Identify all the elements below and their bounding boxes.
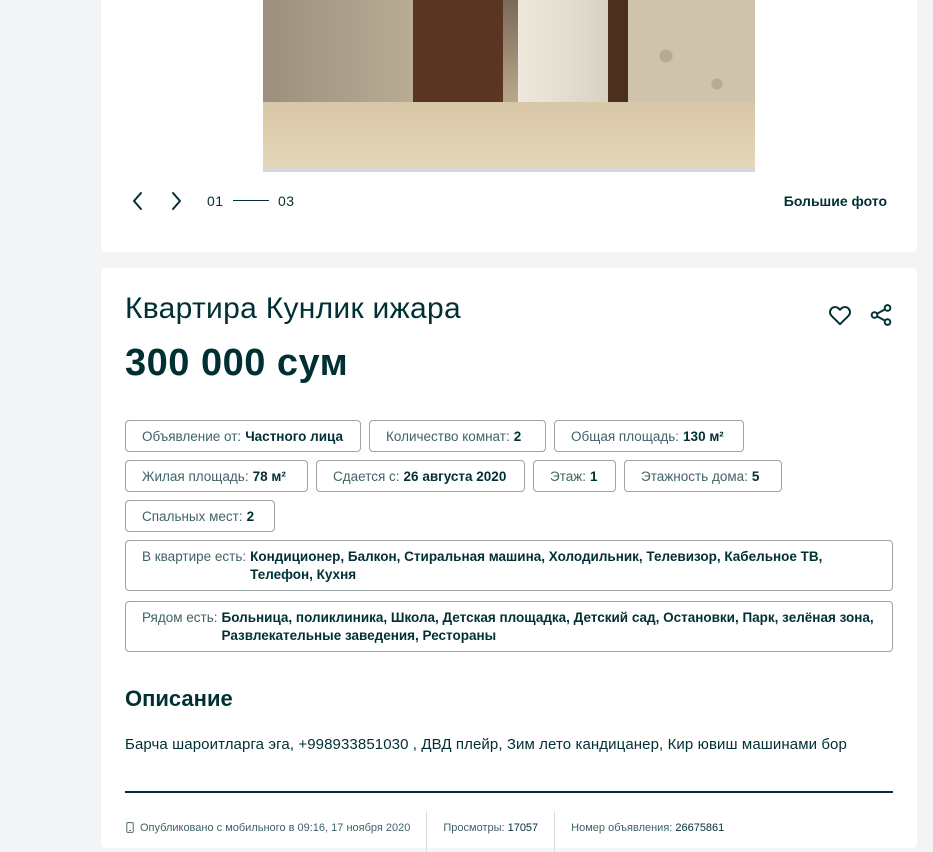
prev-photo-button[interactable] [126, 189, 150, 213]
param-value: 2 [246, 508, 255, 524]
param-label: В квартире есть: [142, 549, 247, 564]
param-value: 2 [513, 428, 522, 444]
published-text: Опубликовано с мобильного в 09:16, 17 но… [140, 822, 411, 834]
photo-edge [263, 168, 755, 172]
params-row: Жилая площадь: 78 м² Сдается с: 26 августа… [125, 460, 893, 492]
ad-title: Квартира Кунлик ижара [125, 292, 461, 325]
ad-number-info: Номер объявления: 26675861 [571, 811, 740, 852]
param-tag-total-area[interactable]: Общая площадь: 130 м² [554, 420, 744, 452]
param-tag-floor[interactable]: Этаж: 1 [533, 460, 616, 492]
param-value: Кондиционер, Балкон, Стиральная машина, … [250, 549, 823, 582]
ad-number-label: Номер объявления: [571, 822, 673, 834]
favorite-button[interactable] [827, 302, 853, 328]
share-icon [870, 304, 892, 326]
views-info: Просмотры: 17057 [443, 811, 556, 852]
views-label: Просмотры: [443, 822, 505, 834]
param-value: 5 [751, 468, 760, 484]
param-label: Количество комнат: [386, 428, 510, 444]
photo-floor [263, 102, 755, 172]
divider [125, 791, 893, 793]
description-text: Барча шароитларга эга, +998933851030 , Д… [125, 736, 847, 753]
param-tag-beds[interactable]: Спальных мест: 2 [125, 500, 275, 532]
params-row: Объявление от: Частного лица Количество к… [125, 420, 893, 452]
photo-door [413, 0, 503, 110]
phone-icon [126, 822, 134, 833]
chevron-right-icon [172, 192, 181, 210]
param-tag-available-from[interactable]: Сдается с: 26 августа 2020 [316, 460, 525, 492]
views-count: 17057 [507, 822, 539, 834]
param-value: 1 [590, 468, 598, 484]
param-tag-living-area[interactable]: Жилая площадь: 78 м² [125, 460, 308, 492]
param-value: Больница, поликлиника, Школа, Детская пл… [221, 610, 874, 643]
ad-footer: Опубликовано с мобильного в 09:16, 17 но… [125, 811, 756, 852]
published-info: Опубликовано с мобильного в 09:16, 17 но… [125, 811, 428, 852]
param-tag-amenities[interactable]: В квартире есть: Кондиционер, Балкон, Ст… [125, 540, 893, 591]
details-card: Квартира Кунлик ижара 300 000 сум Объявл… [101, 268, 917, 852]
param-label: Общая площадь: [571, 428, 680, 444]
more-photos-link[interactable]: Большие фото [784, 193, 887, 209]
chevron-left-icon [133, 192, 142, 210]
ad-number: 26675861 [675, 822, 725, 834]
share-button[interactable] [868, 302, 894, 328]
param-tag-seller[interactable]: Объявление от: Частного лица [125, 420, 361, 452]
heart-icon [829, 306, 851, 326]
param-label: Этажность дома: [641, 468, 748, 484]
param-tag-nearby[interactable]: Рядом есть: Больница, поликлиника, Школа… [125, 601, 893, 652]
param-label: Этаж: [550, 468, 587, 484]
photo-counter-current: 01 [207, 193, 224, 209]
ad-price: 300 000 сум [125, 342, 349, 384]
next-photo-button[interactable] [164, 189, 188, 213]
param-value: 130 м² [683, 428, 724, 444]
param-label: Рядом есть: [142, 610, 218, 625]
param-label: Сдается с: [333, 468, 400, 484]
param-label: Объявление от: [142, 428, 242, 444]
photo-counter-total: 03 [278, 193, 295, 209]
description-heading: Описание [125, 686, 233, 711]
param-tag-building-floors[interactable]: Этажность дома: 5 [624, 460, 782, 492]
param-value: Частного лица [245, 428, 343, 444]
param-value: 78 м² [252, 468, 286, 484]
param-label: Спальных мест: [142, 508, 243, 524]
param-value: 26 августа 2020 [403, 468, 507, 484]
gallery-card: 01 03 Большие фото [101, 0, 917, 252]
listing-photo[interactable] [263, 0, 755, 172]
photo-counter-line [233, 200, 269, 201]
param-label: Жилая площадь: [142, 468, 249, 484]
param-tag-rooms[interactable]: Количество комнат: 2 [369, 420, 546, 452]
params-list: Объявление от: Частного лица Количество к… [125, 420, 893, 662]
params-row: Спальных мест: 2 [125, 500, 893, 532]
